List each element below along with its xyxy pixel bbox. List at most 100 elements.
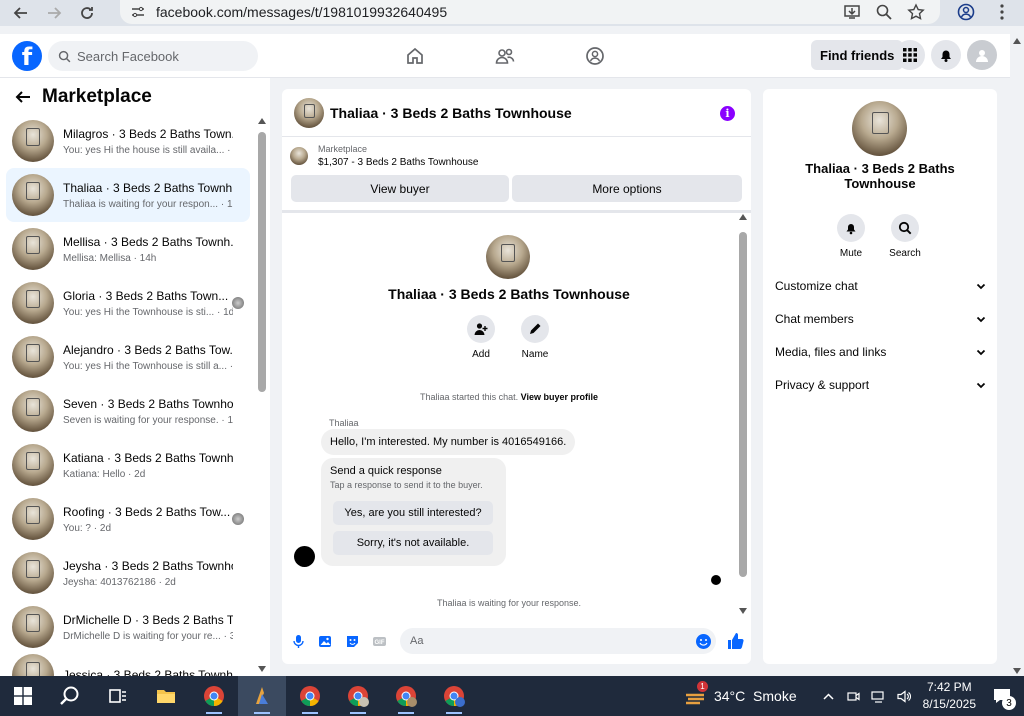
- meet-now-icon[interactable]: [846, 689, 861, 704]
- address-bar[interactable]: facebook.com/messages/t/1981019932640495: [120, 0, 940, 24]
- app-icon[interactable]: [238, 676, 286, 716]
- privacy-support-item[interactable]: Privacy & support: [775, 375, 987, 395]
- zoom-icon[interactable]: [874, 2, 894, 22]
- conversation-item[interactable]: Milagros · 3 Beds 2 Baths Town... You: ye…: [6, 114, 250, 168]
- emoji-icon[interactable]: [696, 634, 711, 649]
- buyer-avatar[interactable]: [486, 235, 530, 279]
- listing-thumbnail: [12, 390, 54, 432]
- conversation-item[interactable]: Alejandro · 3 Beds 2 Baths Tow... You: ye…: [6, 330, 250, 384]
- conversation-preview: Seven is waiting for your response. · 1d: [63, 414, 233, 426]
- account-avatar[interactable]: [967, 40, 997, 70]
- listing-thumbnail: [12, 174, 54, 216]
- bookmark-star-icon[interactable]: [906, 2, 926, 22]
- conversation-item[interactable]: Katiana · 3 Beds 2 Baths Townh... Katiana…: [6, 438, 250, 492]
- notification-center-icon[interactable]: 3: [992, 686, 1016, 710]
- view-buyer-profile-link[interactable]: View buyer profile: [521, 392, 598, 402]
- profile-icon[interactable]: [956, 2, 976, 22]
- windows-start-icon[interactable]: [0, 676, 46, 716]
- find-friends-button[interactable]: Find friends: [811, 40, 904, 70]
- network-icon[interactable]: [871, 689, 886, 704]
- chat-info-panel: Thaliaa · 3 Beds 2 Baths Townhouse Mute …: [763, 89, 997, 664]
- site-settings-icon[interactable]: [130, 4, 146, 20]
- conversation-item-active[interactable]: Thaliaa · 3 Beds 2 Baths Townh... Thaliaa…: [6, 168, 250, 222]
- name-button[interactable]: Name: [507, 315, 563, 360]
- page-scrollbar[interactable]: [1010, 34, 1024, 676]
- add-button[interactable]: Add: [453, 315, 509, 360]
- friends-icon[interactable]: [485, 44, 525, 68]
- reload-icon[interactable]: [75, 2, 99, 24]
- conversation-item[interactable]: Jeysha · 3 Beds 2 Baths Townho... Jeysha:…: [6, 546, 250, 600]
- mute-button[interactable]: Mute: [826, 214, 876, 259]
- chrome-icon[interactable]: [190, 676, 238, 716]
- quick-response-option[interactable]: Sorry, it's not available.: [333, 531, 493, 555]
- conversation-item[interactable]: DrMichelle D · 3 Beds 2 Baths T... DrMich…: [6, 600, 250, 654]
- listing-summary[interactable]: Marketplace $1,307 - 3 Beds 2 Baths Town…: [290, 144, 478, 168]
- scroll-down-arrow[interactable]: [739, 608, 747, 614]
- back-arrow-icon[interactable]: [14, 88, 32, 106]
- scroll-up-arrow[interactable]: [1013, 38, 1021, 44]
- back-icon[interactable]: [9, 2, 33, 24]
- photo-icon[interactable]: [314, 630, 336, 652]
- chevron-up-icon[interactable]: [821, 689, 836, 704]
- weather-widget[interactable]: 1 34°C Smoke: [684, 681, 797, 705]
- menu-dots-icon[interactable]: [992, 2, 1012, 22]
- facebook-logo[interactable]: f: [12, 41, 42, 71]
- groups-icon[interactable]: [575, 44, 615, 68]
- chat-title[interactable]: Thaliaa · 3 Beds 2 Baths Townhouse: [330, 105, 572, 121]
- more-options-button[interactable]: More options: [512, 175, 742, 202]
- chat-members-item[interactable]: Chat members: [775, 309, 987, 329]
- sender-name: Thaliaa: [329, 418, 359, 428]
- task-view-icon[interactable]: [94, 676, 142, 716]
- sticker-icon[interactable]: [341, 630, 363, 652]
- notifications-bell-icon[interactable]: [931, 40, 961, 70]
- chat-scrollbar[interactable]: [737, 214, 747, 614]
- install-app-icon[interactable]: [842, 2, 862, 22]
- add-person-icon: [474, 323, 488, 335]
- volume-icon[interactable]: [896, 689, 911, 704]
- view-buyer-button[interactable]: View buyer: [291, 175, 509, 202]
- file-explorer-icon[interactable]: [142, 676, 190, 716]
- scroll-up-arrow[interactable]: [258, 118, 266, 124]
- media-files-links-item[interactable]: Media, files and links: [775, 342, 987, 362]
- info-icon[interactable]: i: [720, 106, 735, 121]
- gif-icon[interactable]: GIF: [368, 630, 390, 652]
- conversation-name: Roofing · 3 Beds 2 Baths Tow...: [63, 504, 231, 519]
- scroll-up-arrow[interactable]: [739, 214, 747, 220]
- search-conversation-button[interactable]: Search: [880, 214, 930, 259]
- thumbs-up-icon[interactable]: [726, 632, 744, 650]
- conversation-name: Katiana · 3 Beds 2 Baths Townh...: [63, 450, 233, 465]
- clock[interactable]: 7:42 PM 8/15/2025: [923, 679, 976, 713]
- logo-letter: f: [21, 43, 33, 71]
- conversation-item[interactable]: Seven · 3 Beds 2 Baths Townho... Seven is…: [6, 384, 250, 438]
- conversation-item[interactable]: Gloria · 3 Beds 2 Baths Town... You: yes …: [6, 276, 250, 330]
- message-input[interactable]: Aa: [400, 628, 716, 654]
- microphone-icon[interactable]: [287, 630, 309, 652]
- conversation-item[interactable]: Mellisa · 3 Beds 2 Baths Townh... Mellisa…: [6, 222, 250, 276]
- search-icon[interactable]: [46, 676, 94, 716]
- scroll-thumb[interactable]: [739, 232, 747, 577]
- quick-response-option[interactable]: Yes, are you still interested?: [333, 501, 493, 525]
- home-icon[interactable]: [395, 44, 435, 68]
- listing-thumbnail: [12, 336, 54, 378]
- forward-icon[interactable]: [42, 2, 66, 24]
- search-icon: [898, 221, 912, 235]
- chrome-profile-icon[interactable]: [382, 676, 430, 716]
- search-label: Search: [889, 248, 921, 259]
- chrome-icon[interactable]: [286, 676, 334, 716]
- message-bubble[interactable]: Hello, I'm interested. My number is 4016…: [321, 429, 576, 455]
- sidebar-scrollbar[interactable]: [256, 118, 266, 672]
- customize-chat-item[interactable]: Customize chat: [775, 276, 987, 296]
- scroll-down-arrow[interactable]: [258, 666, 266, 672]
- search-facebook-input[interactable]: Search Facebook: [48, 41, 258, 71]
- buyer-avatar[interactable]: [852, 101, 907, 156]
- conversation-preview: You: yes Hi the Townhouse is sti... · 1d: [63, 306, 233, 318]
- chrome-profile-icon[interactable]: [430, 676, 478, 716]
- scroll-thumb[interactable]: [258, 132, 266, 392]
- url-text[interactable]: facebook.com/messages/t/1981019932640495: [156, 4, 447, 20]
- scroll-down-arrow[interactable]: [1013, 668, 1021, 674]
- menu-grid-icon[interactable]: [895, 40, 925, 70]
- chat-avatar[interactable]: [294, 97, 324, 128]
- chrome-profile-icon[interactable]: [334, 676, 382, 716]
- conversation-item[interactable]: Roofing · 3 Beds 2 Baths Tow... You: ? · …: [6, 492, 250, 546]
- listing-price-title: $1,307 - 3 Beds 2 Baths Townhouse: [318, 157, 479, 168]
